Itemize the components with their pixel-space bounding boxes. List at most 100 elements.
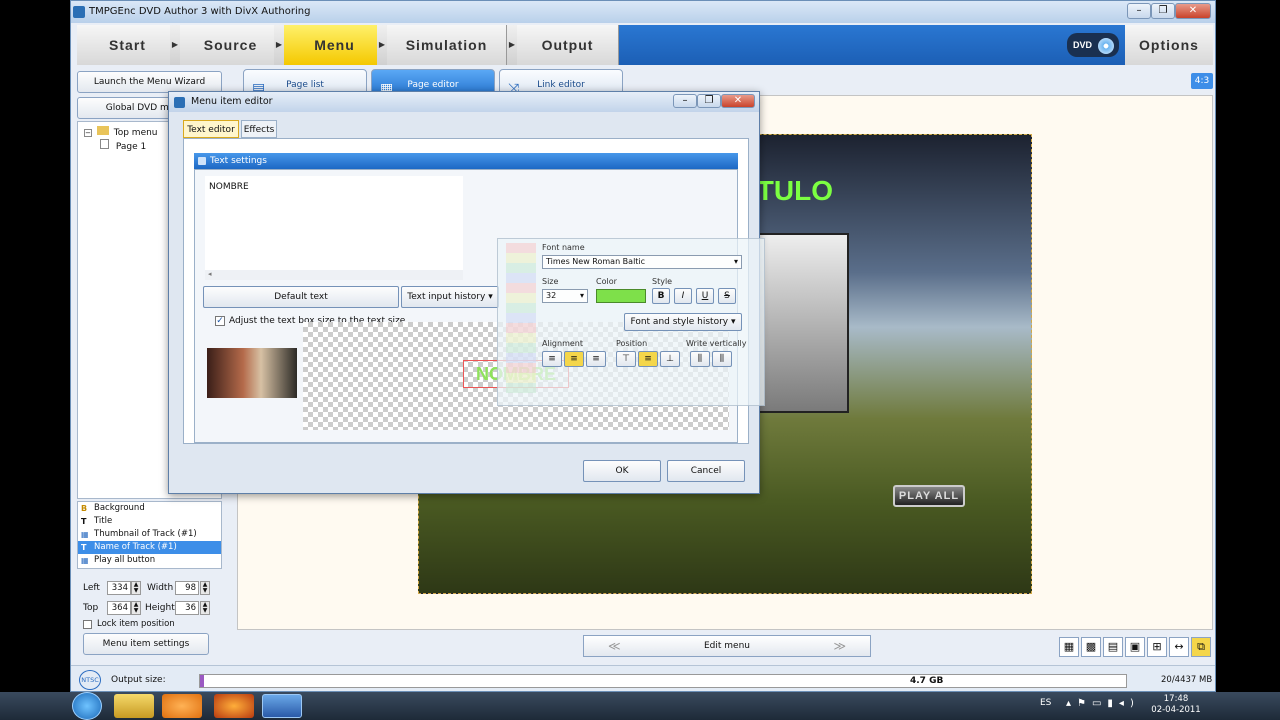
height-spinner[interactable]: ▲ ▼	[200, 601, 210, 615]
edit-menu-label: Edit menu	[703, 641, 750, 651]
align-center-icon[interactable]: ≡	[564, 351, 584, 367]
grid-view-icon[interactable]: ▦	[1059, 637, 1079, 657]
tree-item-label: Top menu	[113, 128, 158, 138]
tab-label: Page list	[286, 80, 324, 90]
tab-text-editor[interactable]: Text editor	[183, 120, 239, 138]
play-all-button[interactable]: PLAY ALL	[893, 485, 965, 507]
tray-icons[interactable]: ▴⚑▭▮◂)	[1066, 698, 1140, 709]
dropdown-arrow-icon: ▾	[579, 291, 584, 300]
layer-item-thumbnail[interactable]: ▦ Thumbnail of Track (#1)	[78, 528, 221, 541]
grid-fine-icon[interactable]: ▩	[1081, 637, 1101, 657]
firefox-taskbar-icon[interactable]	[214, 694, 254, 718]
start-button[interactable]	[72, 692, 102, 720]
width-spinner[interactable]: ▲ ▼	[200, 581, 210, 595]
layer-item-background[interactable]: B Background	[78, 502, 221, 515]
layer-item-track-name[interactable]: T Name of Track (#1)	[78, 541, 221, 554]
ntsc-badge[interactable]: NTSC	[79, 670, 101, 690]
menu-item-settings-button[interactable]: Menu item settings	[83, 633, 209, 655]
step-start[interactable]: Start	[77, 25, 179, 65]
layer-label: Play all button	[94, 555, 156, 565]
tmpgenc-taskbar-icon[interactable]	[262, 694, 302, 718]
step-menu[interactable]: Menu	[284, 25, 386, 65]
dialog-title: Menu item editor	[191, 96, 273, 107]
step-arrow-icon: ▶	[274, 25, 284, 65]
language-indicator[interactable]: ES	[1040, 698, 1051, 708]
title-bar: TMPGEnc DVD Author 3 with DivX Authoring…	[71, 1, 1215, 23]
vertical-write-icon[interactable]: ⫼	[690, 351, 710, 367]
ok-button[interactable]: OK	[583, 460, 661, 482]
lock-position-checkbox[interactable]	[83, 620, 92, 629]
restore-button[interactable]: ❐	[1151, 3, 1175, 19]
collapse-section-icon[interactable]	[198, 157, 206, 165]
step-simulation[interactable]: Simulation	[387, 25, 507, 65]
font-history-button[interactable]: Font and style history ▾	[624, 313, 742, 331]
system-clock[interactable]: 17:48 02-04-2011	[1146, 694, 1206, 716]
vertical-write-alt-icon[interactable]: ⫼	[712, 351, 732, 367]
left-spinner[interactable]: ▲ ▼	[131, 581, 141, 595]
layer-item-play-all[interactable]: ▦ Play all button	[78, 554, 221, 567]
stretch-icon[interactable]: ↔	[1169, 637, 1189, 657]
step-output[interactable]: Output	[517, 25, 619, 65]
prev-page-button[interactable]: ≪	[608, 636, 621, 656]
default-text-button[interactable]: Default text	[203, 286, 399, 308]
options-button[interactable]: Options	[1125, 25, 1213, 65]
step-source[interactable]: Source	[180, 25, 282, 65]
bold-button[interactable]: B	[652, 288, 670, 304]
cancel-button[interactable]: Cancel	[667, 460, 745, 482]
color-picker[interactable]	[596, 289, 646, 303]
guides-icon[interactable]: ⊞	[1147, 637, 1167, 657]
tree-item-top-menu[interactable]: − Top menu	[84, 126, 158, 138]
height-input[interactable]: 36	[175, 601, 199, 615]
section-title: Text settings	[210, 156, 267, 166]
position-bottom-icon[interactable]: ⊥	[660, 351, 680, 367]
adjust-size-checkbox[interactable]: ✓	[215, 316, 225, 326]
top-input[interactable]: 364	[107, 601, 131, 615]
text-input-area[interactable]: NOMBRE	[205, 176, 463, 270]
text-layer-icon: T	[81, 517, 87, 526]
left-label: Left	[83, 583, 100, 593]
safe-area-icon[interactable]: ▤	[1103, 637, 1123, 657]
menu-title-text[interactable]: ITULO	[749, 175, 833, 207]
width-input[interactable]: 98	[175, 581, 199, 595]
collapse-icon[interactable]: −	[84, 129, 92, 137]
position-top-icon[interactable]: ⊤	[616, 351, 636, 367]
output-size-fill	[200, 675, 204, 687]
dropdown-arrow-icon: ▾	[731, 317, 736, 327]
tree-item-page-1[interactable]: Page 1	[100, 139, 146, 152]
text-input-history-button[interactable]: Text input history ▾	[401, 286, 499, 308]
align-right-icon[interactable]: ≡	[586, 351, 606, 367]
dropdown-arrow-icon: ▾	[733, 257, 738, 266]
explorer-taskbar-icon[interactable]	[114, 694, 154, 718]
launch-wizard-button[interactable]: Launch the Menu Wizard	[77, 71, 222, 93]
left-input[interactable]: 334	[107, 581, 131, 595]
layer-label: Thumbnail of Track (#1)	[94, 529, 197, 539]
minimize-button[interactable]: –	[1127, 3, 1151, 19]
layer-item-title[interactable]: T Title	[78, 515, 221, 528]
next-page-button[interactable]: ≫	[833, 636, 846, 656]
aspect-ratio-badge[interactable]: 4:3	[1191, 73, 1213, 89]
layer-label: Background	[94, 503, 145, 513]
color-palette[interactable]	[506, 243, 536, 393]
layers-icon[interactable]: ⧉	[1191, 637, 1211, 657]
align-left-icon[interactable]: ≡	[542, 351, 562, 367]
italic-button[interactable]: I	[674, 288, 692, 304]
underline-button[interactable]: U	[696, 288, 714, 304]
tab-effects[interactable]: Effects	[241, 120, 277, 138]
media-player-taskbar-icon[interactable]	[162, 694, 202, 718]
strikethrough-button[interactable]: S	[718, 288, 736, 304]
width-label: Width	[147, 583, 174, 593]
dialog-minimize-button[interactable]: –	[673, 94, 697, 108]
close-button[interactable]: ✕	[1175, 3, 1211, 19]
font-name-select[interactable]: Times New Roman Baltic ▾	[542, 255, 742, 269]
position-middle-icon[interactable]: ≡	[638, 351, 658, 367]
fit-view-icon[interactable]: ▣	[1125, 637, 1145, 657]
track-thumbnail-preview	[207, 348, 297, 398]
dialog-close-button[interactable]: ✕	[721, 94, 755, 108]
size-select[interactable]: 32 ▾	[542, 289, 588, 303]
font-history-label: Font and style history	[630, 317, 729, 327]
horizontal-scrollbar[interactable]: ◂	[205, 270, 463, 280]
size-label: Size	[542, 277, 559, 286]
step-navigation: Start ▶ Source ▶ Menu ▶ Simulation ▶ Out…	[77, 25, 1213, 65]
dialog-restore-button[interactable]: ❐	[697, 94, 721, 108]
top-spinner[interactable]: ▲ ▼	[131, 601, 141, 615]
